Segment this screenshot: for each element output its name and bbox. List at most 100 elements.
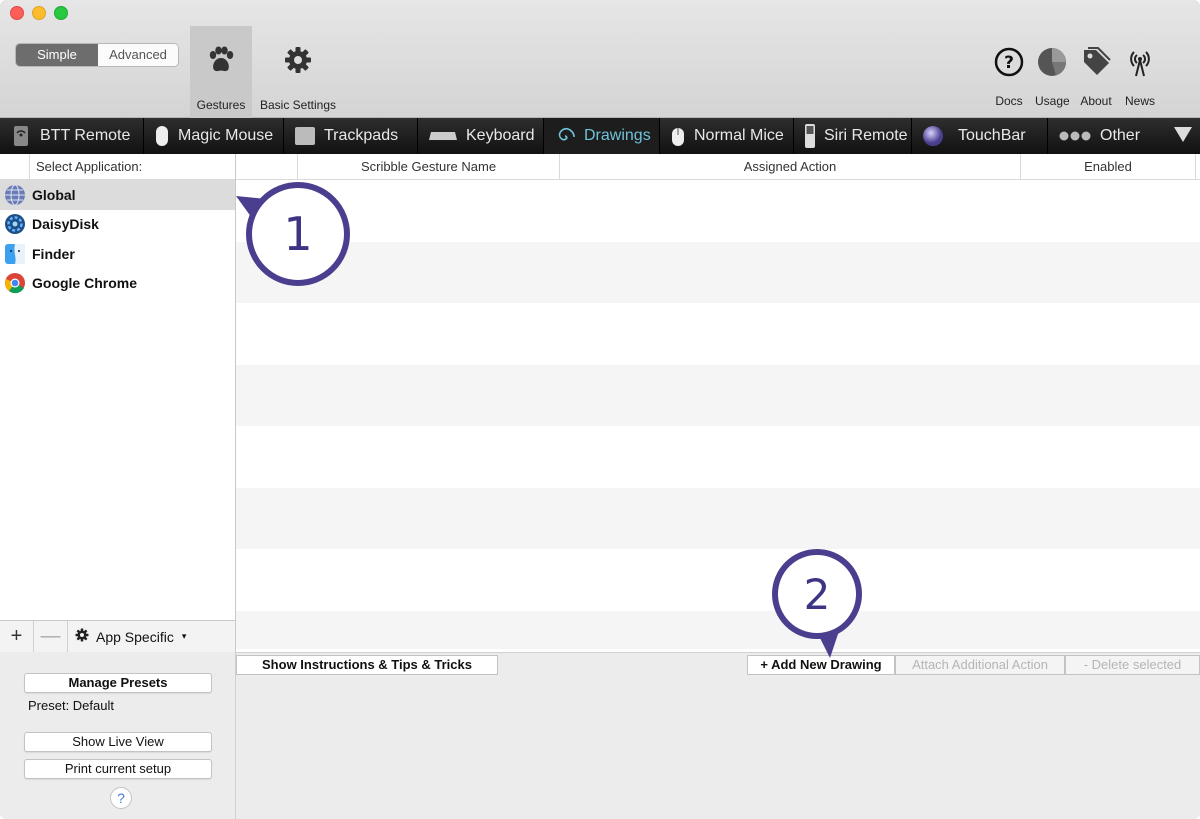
app-specific-popup[interactable]: App Specific ▾: [68, 621, 186, 652]
gear-icon: [74, 627, 90, 646]
application-list: Select Application: Global DaisyDisk Fin…: [0, 154, 236, 651]
callout-1: 1: [246, 182, 350, 286]
column-header-enabled[interactable]: Enabled: [1021, 154, 1196, 179]
caret-down-icon: ▾: [181, 631, 187, 641]
app-window: Simple Advanced Gestures Basic Settings …: [0, 0, 1200, 819]
docs-label: Docs: [995, 94, 1023, 108]
column-header-blank[interactable]: [236, 154, 298, 179]
tab-siri-remote[interactable]: Siri Remote: [794, 118, 912, 154]
usage-label: Usage: [1035, 94, 1070, 108]
app-specific-label: App Specific: [96, 628, 174, 645]
spiral-icon: [554, 125, 576, 147]
paw-icon: [205, 32, 237, 88]
attach-action-button[interactable]: Attach Additional Action: [895, 655, 1065, 675]
advanced-mode-button[interactable]: Advanced: [98, 44, 178, 66]
tag-icon: [1080, 44, 1112, 80]
table-body: [236, 180, 1200, 649]
tab-label: BTT Remote: [40, 127, 131, 144]
table-row: [236, 426, 1200, 488]
table-row: [236, 241, 1200, 303]
news-label: News: [1124, 94, 1155, 108]
column-header-assigned-action[interactable]: Assigned Action: [560, 154, 1021, 179]
docs-toolbar-button[interactable]: ? Docs: [994, 44, 1024, 108]
basic-settings-label: Basic Settings: [259, 98, 337, 112]
current-preset-label: Preset: Default: [28, 698, 114, 713]
remove-app-button[interactable]: —: [34, 621, 68, 652]
window-controls: [10, 6, 68, 20]
table-row: [236, 364, 1200, 426]
show-live-view-button[interactable]: Show Live View: [24, 732, 212, 752]
antenna-icon: [1124, 44, 1156, 80]
app-item-google-chrome[interactable]: Google Chrome: [0, 269, 235, 299]
magic-mouse-icon: [154, 125, 170, 147]
chevron-down-icon: [1173, 125, 1193, 148]
app-item-label: Global: [32, 186, 76, 203]
presets-panel: Manage Presets Preset: Default Show Live…: [0, 652, 236, 819]
tab-label: Siri Remote: [824, 127, 908, 144]
delete-selected-button[interactable]: - Delete selected: [1065, 655, 1200, 675]
finder-icon: [4, 243, 26, 265]
gestures-toolbar-button[interactable]: Gestures: [190, 26, 252, 118]
zoom-window-button[interactable]: [54, 6, 68, 20]
daisydisk-icon: [4, 213, 26, 235]
app-item-label: DaisyDisk: [32, 216, 99, 233]
column-header-gesture-name[interactable]: Scribble Gesture Name: [298, 154, 560, 179]
application-list-footer: + — App Specific ▾: [0, 620, 236, 652]
tab-other[interactable]: Other: [1048, 118, 1158, 154]
app-item-label: Google Chrome: [32, 275, 138, 292]
tab-label: Normal Mice: [694, 127, 784, 144]
tab-btt-remote[interactable]: BTT Remote: [0, 118, 144, 154]
minimize-window-button[interactable]: [32, 6, 46, 20]
app-item-global[interactable]: Global: [0, 180, 235, 210]
about-label: About: [1080, 94, 1112, 108]
table-row: [236, 610, 1200, 649]
table-row: [236, 180, 1200, 242]
toolbar: Simple Advanced Gestures Basic Settings …: [0, 0, 1200, 118]
bottom-action-bar: Show Instructions & Tips & Tricks + Add …: [236, 652, 1200, 819]
more-tabs-button[interactable]: [1166, 118, 1200, 154]
application-list-header: Select Application:: [0, 154, 235, 180]
globe-icon: [4, 184, 26, 206]
table-row: [236, 487, 1200, 549]
simple-mode-button[interactable]: Simple: [16, 44, 98, 66]
show-instructions-button[interactable]: Show Instructions & Tips & Tricks: [236, 655, 498, 675]
app-item-daisydisk[interactable]: DaisyDisk: [0, 210, 235, 240]
mouse-icon: [670, 125, 686, 147]
question-icon: ?: [994, 44, 1024, 80]
tab-trackpads[interactable]: Trackpads: [284, 118, 418, 154]
svg-text:?: ?: [1004, 53, 1014, 73]
mode-segmented-control: Simple Advanced: [16, 44, 178, 66]
drawings-table: Scribble Gesture Name Assigned Action En…: [236, 154, 1200, 652]
device-tab-bar: BTT Remote Magic Mouse Trackpads Keyboar…: [0, 118, 1200, 154]
table-row: [236, 549, 1200, 611]
table-header: Scribble Gesture Name Assigned Action En…: [236, 154, 1200, 180]
table-row: [236, 303, 1200, 365]
keyboard-icon: [428, 125, 458, 147]
tab-label: Other: [1100, 127, 1141, 144]
siri-remote-icon: [804, 124, 816, 148]
about-toolbar-button[interactable]: About: [1080, 44, 1112, 108]
touchbar-icon: [922, 125, 944, 147]
select-application-label: Select Application:: [36, 159, 143, 174]
tab-label: Magic Mouse: [178, 127, 274, 144]
tab-label: TouchBar: [958, 127, 1026, 144]
tab-magic-mouse[interactable]: Magic Mouse: [144, 118, 284, 154]
tab-drawings[interactable]: Drawings: [544, 118, 660, 154]
trackpad-icon: [294, 125, 316, 147]
basic-settings-toolbar-button[interactable]: Basic Settings: [256, 26, 340, 118]
add-app-button[interactable]: +: [0, 621, 34, 652]
app-item-label: Finder: [32, 245, 75, 262]
chrome-icon: [4, 272, 26, 294]
close-window-button[interactable]: [10, 6, 24, 20]
tab-normal-mice[interactable]: Normal Mice: [660, 118, 794, 154]
tab-label: Trackpads: [324, 127, 399, 144]
usage-toolbar-button[interactable]: Usage: [1035, 44, 1070, 108]
print-setup-button[interactable]: Print current setup: [24, 759, 212, 779]
app-item-finder[interactable]: Finder: [0, 239, 235, 269]
news-toolbar-button[interactable]: News: [1124, 44, 1156, 108]
tab-keyboard[interactable]: Keyboard: [418, 118, 544, 154]
help-button[interactable]: ?: [110, 787, 132, 809]
dots-icon: [1058, 125, 1092, 147]
manage-presets-button[interactable]: Manage Presets: [24, 673, 212, 693]
tab-touchbar[interactable]: TouchBar: [912, 118, 1048, 154]
